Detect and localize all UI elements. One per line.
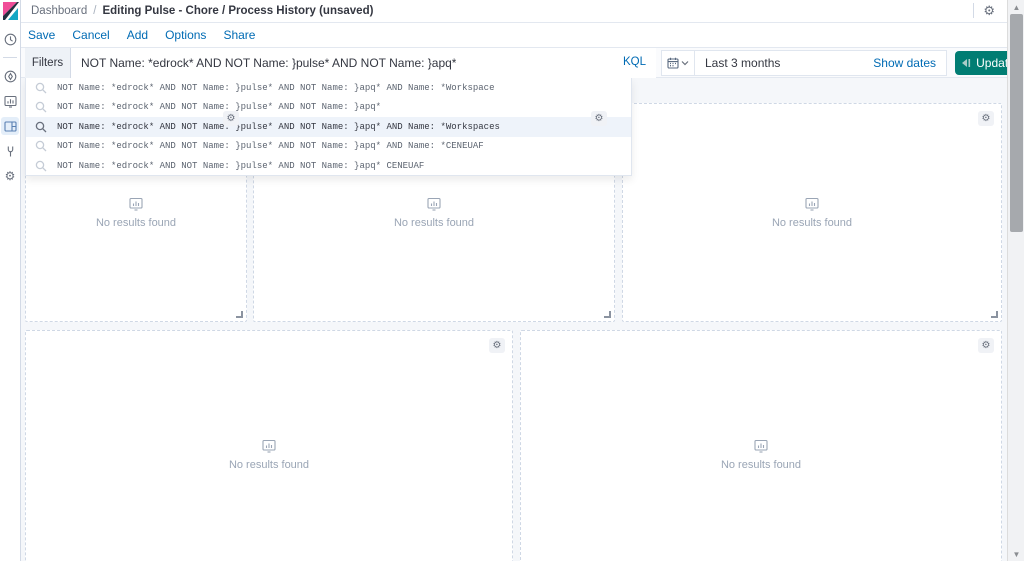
scroll-up-arrow[interactable]: ▲ xyxy=(1008,0,1024,14)
scroll-down-arrow[interactable]: ▼ xyxy=(1008,547,1024,561)
sidebar-item-visualize[interactable] xyxy=(1,92,19,110)
panel-gear-button[interactable]: ⚙ xyxy=(489,338,505,353)
search-icon xyxy=(35,121,47,133)
panel-resize-handle[interactable] xyxy=(236,311,243,318)
gear-icon: ⚙ xyxy=(595,114,604,124)
calendar-button[interactable] xyxy=(662,51,695,75)
kql-language-button[interactable]: KQL xyxy=(623,56,646,68)
no-results-text: No results found xyxy=(721,459,801,471)
scrollbar-thumb[interactable] xyxy=(1010,14,1023,232)
wrench-icon xyxy=(4,145,17,158)
search-icon xyxy=(35,82,47,94)
gear-icon: ⚙ xyxy=(5,170,16,182)
dashboard-panel: ⚙ No results found xyxy=(622,103,1002,322)
query-input[interactable]: NOT Name: *edrock* AND NOT Name: }pulse*… xyxy=(71,48,656,78)
chart-placeholder-icon xyxy=(754,439,768,453)
breadcrumb-dashboard[interactable]: Dashboard xyxy=(31,5,87,17)
no-results-text: No results found xyxy=(229,459,309,471)
no-results-text: No results found xyxy=(96,217,176,229)
panel-gear-button[interactable]: ⚙ xyxy=(591,111,607,126)
refresh-icon xyxy=(961,58,971,68)
sidebar-item-recently-viewed[interactable] xyxy=(1,30,19,48)
search-icon xyxy=(35,140,47,152)
dashboard-panel: ⚙ No results found xyxy=(25,330,513,561)
dashboard-icon xyxy=(4,120,17,133)
save-button[interactable]: Save xyxy=(28,28,55,42)
page-title: Editing Pulse - Chore / Process History … xyxy=(102,5,373,17)
add-button[interactable]: Add xyxy=(127,28,148,42)
panel-gear-button[interactable]: ⚙ xyxy=(223,111,239,126)
date-picker: Last 3 months Show dates xyxy=(661,50,947,76)
suggestion-item[interactable]: NOT Name: *edrock* AND NOT Name: }pulse*… xyxy=(26,137,631,157)
no-results-text: No results found xyxy=(772,217,852,229)
sidebar-item-dashboard[interactable] xyxy=(1,117,19,135)
panel-resize-handle[interactable] xyxy=(991,311,998,318)
empty-state: No results found xyxy=(772,197,852,229)
calendar-icon xyxy=(667,57,679,69)
suggestion-item[interactable]: NOT Name: *edrock* AND NOT Name: }pulse*… xyxy=(26,98,631,118)
kibana-logo[interactable] xyxy=(2,2,19,20)
breadcrumb-separator: / xyxy=(93,5,96,17)
show-dates-button[interactable]: Show dates xyxy=(873,56,946,70)
settings-icon[interactable]: ⚙ xyxy=(983,4,995,17)
query-suggestions-dropdown: NOT Name: *edrock* AND NOT Name: }pulse*… xyxy=(25,78,632,176)
gear-icon: ⚙ xyxy=(982,341,991,351)
topbar-divider xyxy=(973,3,974,18)
suggestion-item[interactable]: NOT Name: *edrock* AND NOT Name: }pulse*… xyxy=(26,78,631,98)
app-sidebar: ⚙ xyxy=(0,0,21,561)
gear-icon: ⚙ xyxy=(982,114,991,124)
suggestion-item[interactable]: NOT Name: *edrock* AND NOT Name: }pulse*… xyxy=(26,156,631,176)
share-button[interactable]: Share xyxy=(223,28,255,42)
gear-icon: ⚙ xyxy=(227,114,236,124)
query-value: NOT Name: *edrock* AND NOT Name: }pulse*… xyxy=(81,56,456,70)
search-icon xyxy=(35,160,47,172)
chart-placeholder-icon xyxy=(805,197,819,211)
panel-gear-button[interactable]: ⚙ xyxy=(978,338,994,353)
sidebar-item-management[interactable]: ⚙ xyxy=(1,167,19,185)
top-navigation-bar: Dashboard / Editing Pulse - Chore / Proc… xyxy=(21,0,1007,23)
options-button[interactable]: Options xyxy=(165,28,206,42)
panel-resize-handle[interactable] xyxy=(604,311,611,318)
empty-state: No results found xyxy=(96,197,176,229)
chart-placeholder-icon xyxy=(427,197,441,211)
empty-state: No results found xyxy=(721,439,801,471)
no-results-text: No results found xyxy=(394,217,474,229)
suggestion-item-selected[interactable]: NOT Name: *edrock* AND NOT Name: }pulse*… xyxy=(26,117,631,137)
sidebar-item-dev-tools[interactable] xyxy=(1,142,19,160)
timerange-value[interactable]: Last 3 months xyxy=(695,56,873,70)
clock-icon xyxy=(4,33,17,46)
chart-placeholder-icon xyxy=(262,439,276,453)
vertical-scrollbar[interactable]: ▲ ▼ xyxy=(1007,0,1024,561)
empty-state: No results found xyxy=(394,197,474,229)
chart-placeholder-icon xyxy=(129,197,143,211)
gear-icon: ⚙ xyxy=(493,341,502,351)
empty-state: No results found xyxy=(229,439,309,471)
compass-icon xyxy=(4,70,17,83)
search-icon xyxy=(35,101,47,113)
chevron-down-icon xyxy=(681,60,689,66)
query-filter-bar: Filters NOT Name: *edrock* AND NOT Name:… xyxy=(21,48,1007,78)
dashboard-menu-bar: Save Cancel Add Options Share xyxy=(21,23,1007,48)
bar-chart-icon xyxy=(4,95,17,108)
breadcrumb: Dashboard / Editing Pulse - Chore / Proc… xyxy=(31,5,373,17)
sidebar-item-discover[interactable] xyxy=(1,67,19,85)
panel-gear-button[interactable]: ⚙ xyxy=(978,111,994,126)
dashboard-panel: ⚙ No results found xyxy=(520,330,1002,561)
filters-button[interactable]: Filters xyxy=(25,48,71,78)
cancel-button[interactable]: Cancel xyxy=(72,28,109,42)
sidebar-divider xyxy=(3,57,17,58)
